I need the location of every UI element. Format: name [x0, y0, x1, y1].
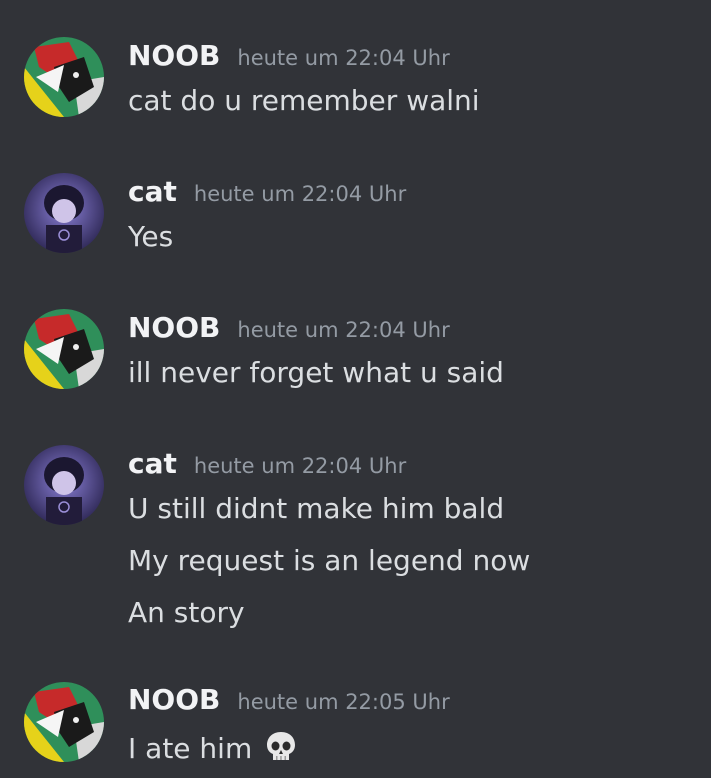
timestamp: heute um 22:04 Uhr	[237, 318, 450, 342]
dark-haired-character-avatar-icon[interactable]	[24, 445, 104, 525]
message-text: I ate him	[128, 732, 253, 765]
skull-emoji-icon	[264, 730, 298, 775]
chat-message-list: NOOB heute um 22:04 Uhr cat do u remembe…	[0, 0, 711, 778]
timestamp: heute um 22:05 Uhr	[237, 690, 450, 714]
message-text: Yes	[128, 220, 174, 253]
timestamp: heute um 22:04 Uhr	[193, 454, 407, 478]
timestamp: heute um 22:04 Uhr	[193, 182, 407, 206]
dark-haired-character-avatar-icon[interactable]	[24, 173, 104, 253]
message-text: ill never forget what u said	[128, 356, 504, 389]
username[interactable]: NOOB	[128, 308, 220, 348]
message-text: U still didnt make him bald	[128, 492, 505, 525]
username[interactable]: NOOB	[128, 36, 220, 76]
username[interactable]: cat	[128, 172, 177, 212]
username[interactable]: NOOB	[128, 680, 220, 720]
message-text: My request is an legend now	[128, 544, 531, 577]
message-text-row: I ate him	[128, 729, 298, 775]
chainsaw-man-avatar-icon[interactable]	[24, 309, 104, 389]
username[interactable]: cat	[128, 444, 177, 484]
chainsaw-man-avatar-icon[interactable]	[24, 682, 104, 762]
message-text: An story	[128, 596, 245, 629]
timestamp: heute um 22:04 Uhr	[237, 46, 450, 70]
chainsaw-man-avatar-icon[interactable]	[24, 37, 104, 117]
message-text: cat do u remember walni	[128, 84, 480, 117]
